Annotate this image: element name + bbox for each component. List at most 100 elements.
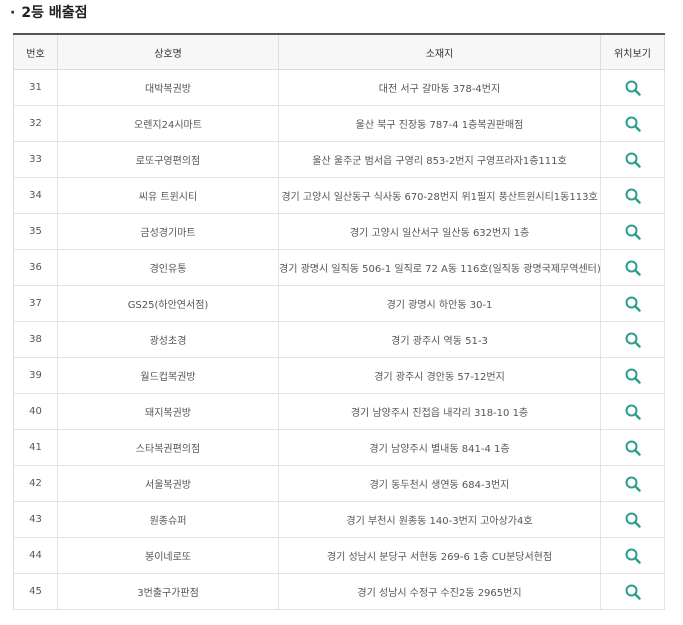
row-store-name: 봉이네로또 <box>57 537 279 574</box>
table-row: 43 원종슈퍼 경기 부천시 원종동 140-3번지 고아상가4호 <box>13 501 665 538</box>
row-store-name: 광성초경 <box>57 321 279 358</box>
row-store-name: 로또구영편의점 <box>57 141 279 178</box>
row-store-name: 돼지복권방 <box>57 393 279 430</box>
row-store-name: 금성경기마트 <box>57 213 279 250</box>
row-view-location <box>600 321 665 358</box>
table-row: 40 돼지복권방 경기 남양주시 진접읍 내각리 318-10 1층 <box>13 393 665 430</box>
row-view-location <box>600 393 665 430</box>
table-row: 44 봉이네로또 경기 성남시 분당구 서현동 269-6 1층 CU분당서현점 <box>13 537 665 574</box>
row-store-name: 3번출구가판점 <box>57 573 279 610</box>
row-number: 37 <box>13 285 58 322</box>
header-address: 소재지 <box>278 33 601 70</box>
row-address: 울산 울주군 범서읍 구영리 853-2번지 구영프라자1층111호 <box>278 141 601 178</box>
search-icon[interactable] <box>624 151 642 169</box>
header-number: 번호 <box>13 33 58 70</box>
section-title-text: 2등 배출점 <box>21 5 88 21</box>
row-view-location <box>600 285 665 322</box>
search-icon[interactable] <box>624 79 642 97</box>
search-icon[interactable] <box>624 583 642 601</box>
row-view-location <box>600 249 665 286</box>
row-address: 경기 광주시 역동 51-3 <box>278 321 601 358</box>
search-icon[interactable] <box>624 511 642 529</box>
search-icon[interactable] <box>624 547 642 565</box>
row-store-name: 원종슈퍼 <box>57 501 279 538</box>
row-number: 31 <box>13 69 58 106</box>
row-number: 33 <box>13 141 58 178</box>
row-number: 32 <box>13 105 58 142</box>
row-number: 40 <box>13 393 58 430</box>
row-number: 43 <box>13 501 58 538</box>
row-store-name: GS25(하안연서점) <box>57 285 279 322</box>
row-view-location <box>600 69 665 106</box>
row-address: 경기 동두천시 생연동 684-3번지 <box>278 465 601 502</box>
row-number: 41 <box>13 429 58 466</box>
search-icon[interactable] <box>624 259 642 277</box>
row-store-name: 씨유 트윈시티 <box>57 177 279 214</box>
row-number: 35 <box>13 213 58 250</box>
table-row: 37 GS25(하안연서점) 경기 광명시 하안동 30-1 <box>13 285 665 322</box>
row-number: 42 <box>13 465 58 502</box>
row-store-name: 오렌지24시마트 <box>57 105 279 142</box>
row-store-name: 스타복권편의점 <box>57 429 279 466</box>
table-row: 38 광성초경 경기 광주시 역동 51-3 <box>13 321 665 358</box>
table-row: 36 경인유통 경기 광명시 일직동 506-1 일직로 72 A동 116호(일직… <box>13 249 665 286</box>
table-row: 42 서울복권방 경기 동두천시 생연동 684-3번지 <box>13 465 665 502</box>
header-store-name: 상호명 <box>57 33 279 70</box>
search-icon[interactable] <box>624 115 642 133</box>
table-row: 33 로또구영편의점 울산 울주군 범서읍 구영리 853-2번지 구영프라자1층1… <box>13 141 665 178</box>
row-number: 39 <box>13 357 58 394</box>
row-address: 경기 성남시 수정구 수진2동 2965번지 <box>278 573 601 610</box>
table-header-row: 번호 상호명 소재지 위치보기 <box>13 33 665 70</box>
row-number: 38 <box>13 321 58 358</box>
table-row: 35 금성경기마트 경기 고양시 일산서구 일산동 632번지 1층 <box>13 213 665 250</box>
search-icon[interactable] <box>624 187 642 205</box>
row-store-name: 대박복권방 <box>57 69 279 106</box>
row-number: 36 <box>13 249 58 286</box>
row-view-location <box>600 537 665 574</box>
row-store-name: 서울복권방 <box>57 465 279 502</box>
table-body: 31 대박복권방 대전 서구 갈마동 378-4번지 32 오렌지24시마트 울산 북구 … <box>13 69 665 610</box>
row-address: 경기 광명시 일직동 506-1 일직로 72 A동 116호(일직동 광명국제… <box>278 249 601 286</box>
store-table: 번호 상호명 소재지 위치보기 31 대박복권방 대전 서구 갈마동 378-4번지… <box>13 33 665 610</box>
search-icon[interactable] <box>624 367 642 385</box>
search-icon[interactable] <box>624 475 642 493</box>
section-title: · 2등 배출점 <box>10 3 87 23</box>
row-address: 경기 고양시 일산서구 일산동 632번지 1층 <box>278 213 601 250</box>
row-number: 45 <box>13 573 58 610</box>
row-address: 대전 서구 갈마동 378-4번지 <box>278 69 601 106</box>
row-address: 경기 광명시 하안동 30-1 <box>278 285 601 322</box>
row-address: 경기 광주시 경안동 57-12번지 <box>278 357 601 394</box>
row-view-location <box>600 357 665 394</box>
row-address: 경기 고양시 일산동구 식사동 670-28번지 위1필지 풍산트윈시티1동11… <box>278 177 601 214</box>
search-icon[interactable] <box>624 295 642 313</box>
table-row: 34 씨유 트윈시티 경기 고양시 일산동구 식사동 670-28번지 위1필지 풍… <box>13 177 665 214</box>
row-address: 울산 북구 진장동 787-4 1층복권판매점 <box>278 105 601 142</box>
header-view-location: 위치보기 <box>600 33 665 70</box>
search-icon[interactable] <box>624 331 642 349</box>
table-row: 32 오렌지24시마트 울산 북구 진장동 787-4 1층복권판매점 <box>13 105 665 142</box>
table-row: 31 대박복권방 대전 서구 갈마동 378-4번지 <box>13 69 665 106</box>
row-address: 경기 부천시 원종동 140-3번지 고아상가4호 <box>278 501 601 538</box>
row-view-location <box>600 213 665 250</box>
row-view-location <box>600 141 665 178</box>
table-row: 41 스타복권편의점 경기 남양주시 별내동 841-4 1층 <box>13 429 665 466</box>
table-row: 45 3번출구가판점 경기 성남시 수정구 수진2동 2965번지 <box>13 573 665 610</box>
table-row: 39 월드컵복권방 경기 광주시 경안동 57-12번지 <box>13 357 665 394</box>
row-view-location <box>600 429 665 466</box>
row-store-name: 월드컵복권방 <box>57 357 279 394</box>
search-icon[interactable] <box>624 403 642 421</box>
row-store-name: 경인유통 <box>57 249 279 286</box>
row-view-location <box>600 501 665 538</box>
row-view-location <box>600 177 665 214</box>
row-view-location <box>600 573 665 610</box>
store-table-wrapper: 번호 상호명 소재지 위치보기 31 대박복권방 대전 서구 갈마동 378-4번지… <box>13 33 665 610</box>
title-bullet: · <box>10 5 16 21</box>
row-number: 34 <box>13 177 58 214</box>
row-view-location <box>600 465 665 502</box>
row-number: 44 <box>13 537 58 574</box>
search-icon[interactable] <box>624 223 642 241</box>
search-icon[interactable] <box>624 439 642 457</box>
row-address: 경기 남양주시 별내동 841-4 1층 <box>278 429 601 466</box>
row-address: 경기 남양주시 진접읍 내각리 318-10 1층 <box>278 393 601 430</box>
row-view-location <box>600 105 665 142</box>
